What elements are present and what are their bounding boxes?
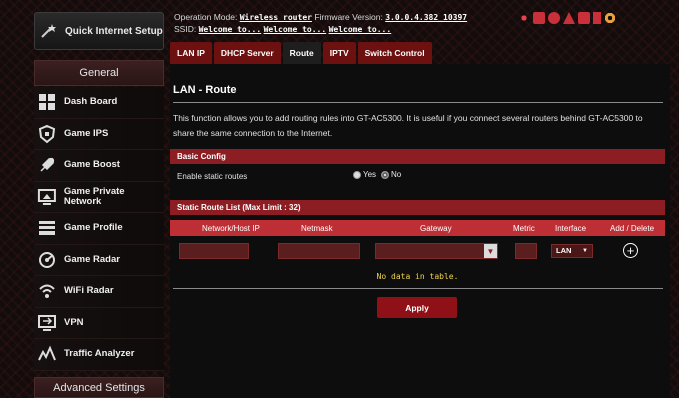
sidebar-item-label: WiFi Radar xyxy=(64,285,114,297)
radar-icon xyxy=(39,251,55,268)
status-icons xyxy=(518,12,616,24)
sidebar-item-label: Game Radar xyxy=(64,253,120,265)
sidebar: Quick Internet Setup General Dash Board … xyxy=(0,0,170,398)
sidebar-item-game-profile[interactable]: Game Profile xyxy=(34,213,164,245)
operation-mode-link[interactable]: Wireless router xyxy=(240,13,312,22)
radio-no-dot[interactable] xyxy=(381,170,389,179)
general-section-header: General xyxy=(34,60,164,86)
operation-mode-label: Operation Mode: xyxy=(174,12,238,22)
app-status-icon[interactable] xyxy=(578,12,590,24)
interface-select[interactable]: LAN ▼ xyxy=(551,244,593,258)
col-interface: Interface xyxy=(555,224,587,233)
tab-iptv[interactable]: IPTV xyxy=(322,42,356,64)
sidebar-item-label: Traffic Analyzer xyxy=(64,348,135,360)
tab-dhcp-server[interactable]: DHCP Server xyxy=(213,42,281,64)
firmware-version-link[interactable]: 3.0.0.4.382_10397 xyxy=(385,13,467,22)
radio-yes-label: Yes xyxy=(363,170,377,179)
sidebar-item-game-radar[interactable]: Game Radar xyxy=(34,244,164,276)
main-panel: LAN - Route This function allows you to … xyxy=(170,64,670,398)
sidebar-item-traffic-analyzer[interactable]: Traffic Analyzer xyxy=(34,339,164,371)
sidebar-item-dash-board[interactable]: Dash Board xyxy=(34,87,164,119)
battery-status-icon[interactable] xyxy=(593,12,601,24)
sidebar-item-label: Game Boost xyxy=(64,159,120,171)
traffic-icon xyxy=(38,345,56,361)
col-network-host-ip: Network/Host IP xyxy=(202,224,260,233)
radio-no[interactable]: No xyxy=(381,170,401,179)
col-add-delete: Add / Delete xyxy=(610,224,655,233)
sidebar-item-label: Game IPS xyxy=(64,127,109,139)
tab-bar: LAN IP DHCP Server Route IPTV Switch Con… xyxy=(170,42,434,64)
rocket-icon xyxy=(40,158,55,172)
ssid-link-1[interactable]: Welcome to... xyxy=(199,25,262,34)
ssid-link-2[interactable]: Welcome to... xyxy=(264,25,327,34)
enable-static-routes-label: Enable static routes xyxy=(177,172,248,181)
advanced-settings-header[interactable]: Advanced Settings xyxy=(34,377,164,398)
settings-gear-icon[interactable] xyxy=(604,12,616,24)
ssid-link-3[interactable]: Welcome to... xyxy=(329,25,392,34)
vpn-icon xyxy=(38,314,56,331)
radio-no-label: No xyxy=(391,170,402,179)
sidebar-item-label: Game Profile xyxy=(64,222,123,234)
plus-icon: + xyxy=(626,243,635,258)
ssid-label: SSID: xyxy=(174,24,197,34)
sidebar-item-label: VPN xyxy=(64,316,84,328)
add-route-button[interactable]: + xyxy=(623,243,638,258)
tab-lan-ip[interactable]: LAN IP xyxy=(170,42,212,64)
sidebar-item-game-boost[interactable]: Game Boost xyxy=(34,150,164,182)
sidebar-nav: Dash Board Game IPS Game Boost Game Priv… xyxy=(34,87,164,371)
sidebar-item-wifi-radar[interactable]: WiFi Radar xyxy=(34,276,164,308)
quick-internet-setup-label: Quick Internet Setup xyxy=(65,25,163,37)
shield-icon xyxy=(38,124,56,144)
quick-internet-setup-button[interactable]: Quick Internet Setup xyxy=(34,12,164,50)
tab-switch-control[interactable]: Switch Control xyxy=(357,42,432,64)
divider xyxy=(173,102,663,103)
route-table-header: Network/Host IP Netmask Gateway Metric I… xyxy=(170,220,665,236)
radio-yes[interactable]: Yes xyxy=(353,170,376,179)
dashboard-icon xyxy=(39,94,55,111)
wifi-status-icon[interactable] xyxy=(518,12,530,24)
wifi-radar-icon xyxy=(39,284,55,299)
sidebar-item-game-ips[interactable]: Game IPS xyxy=(34,118,164,150)
empty-table-message: No data in table. xyxy=(376,272,459,281)
sidebar-item-label: Dash Board xyxy=(64,96,118,108)
gateway-dropdown-arrow-icon[interactable]: ▼ xyxy=(484,244,497,258)
tab-route[interactable]: Route xyxy=(282,42,321,64)
divider xyxy=(173,288,663,289)
col-gateway: Gateway xyxy=(420,224,452,233)
page-title: LAN - Route xyxy=(173,84,237,96)
radio-yes-dot[interactable] xyxy=(353,170,361,179)
apply-button[interactable]: Apply xyxy=(377,297,457,318)
network-status-icon[interactable] xyxy=(533,12,545,24)
page-description: This function allows you to add routing … xyxy=(173,113,643,138)
wand-icon xyxy=(41,24,56,38)
monitor-icon xyxy=(37,188,56,205)
interface-select-value: LAN xyxy=(556,246,572,255)
col-netmask: Netmask xyxy=(301,224,333,233)
gateway-input[interactable] xyxy=(375,243,498,259)
guest-status-icon[interactable] xyxy=(563,12,575,24)
basic-config-header: Basic Config xyxy=(170,149,665,164)
netmask-input[interactable] xyxy=(278,243,360,259)
firmware-label: Firmware Version: xyxy=(314,12,383,22)
chevron-down-icon: ▼ xyxy=(582,248,588,254)
network-host-ip-input[interactable] xyxy=(179,243,249,259)
route-list-header: Static Route List (Max Limit : 32) xyxy=(170,200,665,215)
sidebar-item-label: Game Private Network xyxy=(63,185,125,207)
usb-status-icon[interactable] xyxy=(548,12,560,24)
profile-icon xyxy=(39,221,55,236)
col-metric: Metric xyxy=(513,224,535,233)
metric-input[interactable] xyxy=(515,243,537,259)
sidebar-item-game-private-network[interactable]: Game Private Network xyxy=(34,181,164,213)
sidebar-item-vpn[interactable]: VPN xyxy=(34,307,164,339)
